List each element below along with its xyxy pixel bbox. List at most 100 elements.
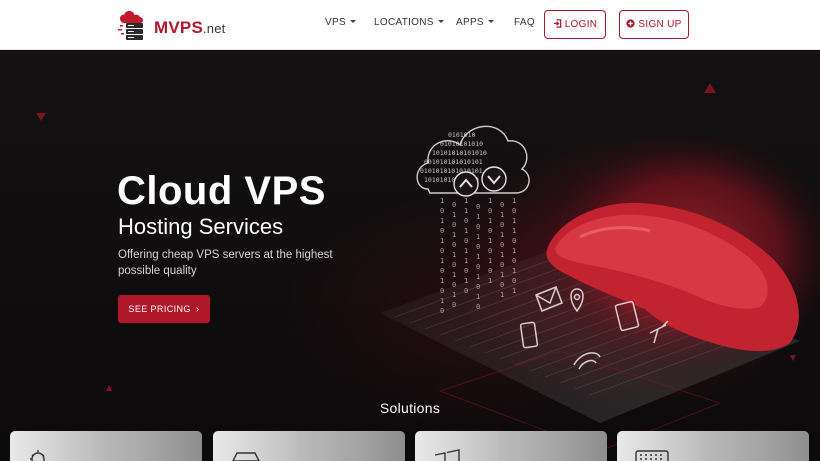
svg-text:0: 0 [500,201,504,209]
nav-item-label: APPS [456,17,484,28]
svg-text:0: 0 [452,301,456,309]
binary-text: 10101010101010 [432,149,487,157]
solution-card[interactable] [10,431,202,461]
svg-text:0: 0 [476,283,480,291]
gear-cloud-icon [30,450,45,461]
caret-down-icon [349,20,356,23]
svg-text:0: 0 [452,281,456,289]
svg-text:0: 0 [464,237,468,245]
svg-text:0: 0 [488,267,492,275]
svg-text:1: 1 [440,257,444,265]
svg-text:0: 0 [500,221,504,229]
svg-text:0: 0 [452,201,456,209]
svg-text:1: 1 [512,227,516,235]
svg-text:0: 0 [476,243,480,251]
nav-item-faq[interactable]: FAQ [514,17,535,28]
svg-text:0: 0 [476,263,480,271]
chevron-right-icon: › [195,303,200,315]
svg-text:0: 0 [452,241,456,249]
svg-text:0: 0 [488,247,492,255]
svg-text:1: 1 [464,227,468,235]
caret-down-icon [487,20,494,23]
svg-text:0: 0 [488,227,492,235]
svg-text:1: 1 [512,247,516,255]
svg-text:0: 0 [488,207,492,215]
svg-text:1: 1 [464,207,468,215]
svg-text:1: 1 [452,291,456,299]
svg-text:1: 1 [500,271,504,279]
triangle-decoration [704,83,716,93]
login-button[interactable]: LOGIN [544,10,606,39]
hero-subtitle: Hosting Services [118,214,284,239]
svg-text:1: 1 [452,231,456,239]
svg-text:1: 1 [476,293,480,301]
svg-text:1: 1 [464,197,468,205]
svg-text:0: 0 [440,207,444,215]
solution-card[interactable] [617,431,809,461]
svg-text:0: 0 [512,207,516,215]
server-icon [232,452,260,461]
binary-text: 01010101010 [440,140,483,148]
svg-text:1: 1 [476,213,480,221]
svg-text:1: 1 [440,217,444,225]
nav-item-locations[interactable]: LOCATIONS [374,17,444,28]
svg-text:0: 0 [500,261,504,269]
sign-in-icon [553,19,562,30]
svg-text:1: 1 [500,291,504,299]
svg-text:0: 0 [452,261,456,269]
svg-text:1: 1 [488,237,492,245]
svg-text:0: 0 [512,237,516,245]
logo-icon [118,10,143,40]
login-label: LOGIN [564,19,598,30]
nav-item-apps[interactable]: APPS [456,17,494,28]
hero-title: Cloud VPS [117,169,326,213]
triangle-decoration [790,355,796,361]
logo-text: MVPS.net [154,18,225,38]
nav-item-vps[interactable]: VPS [325,17,356,28]
svg-text:1: 1 [488,277,492,285]
svg-text:0: 0 [440,307,444,315]
nav-item-label: VPS [325,17,346,28]
svg-text:1: 1 [512,267,516,275]
svg-text:0: 0 [464,217,468,225]
keyboard-icon [635,450,669,461]
solutions-heading: Solutions [379,400,441,416]
hero-description: Offering cheap VPS servers at the highes… [118,249,333,277]
svg-text:1: 1 [500,251,504,259]
svg-text:1: 1 [464,277,468,285]
hero-section: 0101010 01010101010 10101010101010 00101… [0,51,820,461]
see-pricing-button[interactable]: SEE PRICING › [118,295,210,323]
svg-text:0: 0 [476,223,480,231]
svg-text:0: 0 [452,221,456,229]
svg-text:0: 0 [464,287,468,295]
svg-text:1: 1 [512,217,516,225]
svg-text:1: 1 [440,297,444,305]
signup-label: SIGN UP [638,19,682,30]
triangle-decoration [106,385,112,391]
svg-text:1: 1 [512,287,516,295]
svg-text:1: 1 [476,273,480,281]
nav-item-label: LOCATIONS [374,17,434,28]
svg-text:1: 1 [500,231,504,239]
triangle-decoration [36,113,46,121]
svg-text:0: 0 [500,241,504,249]
svg-text:1: 1 [488,257,492,265]
logo-tld: .net [202,21,226,36]
site-header: MVPS.net VPS LOCATIONS APPS FAQ LOGIN SI… [0,0,820,50]
svg-text:1: 1 [440,277,444,285]
svg-text:1: 1 [452,251,456,259]
svg-text:1: 1 [464,247,468,255]
svg-text:0: 0 [440,287,444,295]
signup-button[interactable]: SIGN UP [619,10,689,39]
svg-text:1: 1 [452,271,456,279]
solution-card[interactable] [415,431,607,461]
svg-text:1: 1 [488,197,492,205]
svg-text:1: 1 [476,253,480,261]
svg-text:0: 0 [476,303,480,311]
logo[interactable]: MVPS.net [118,9,238,43]
svg-text:1: 1 [500,211,504,219]
solution-card[interactable] [213,431,405,461]
svg-text:0: 0 [440,267,444,275]
plus-circle-icon [626,19,636,30]
svg-text:0: 0 [512,257,516,265]
